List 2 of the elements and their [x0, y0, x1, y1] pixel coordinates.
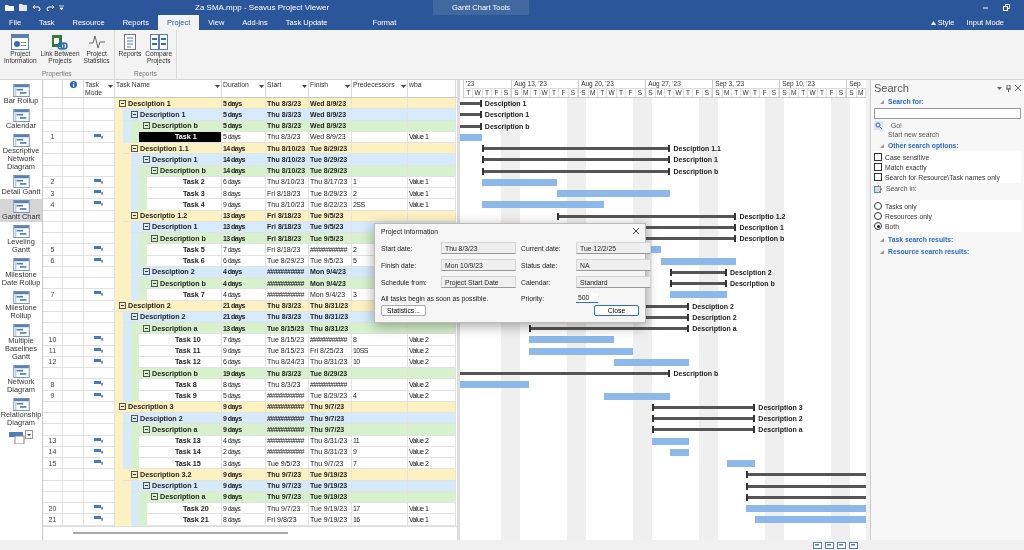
- window-title: Za SMA.mpp - Seavus Project Viewer: [195, 3, 330, 12]
- pane-title: Search: [874, 82, 910, 94]
